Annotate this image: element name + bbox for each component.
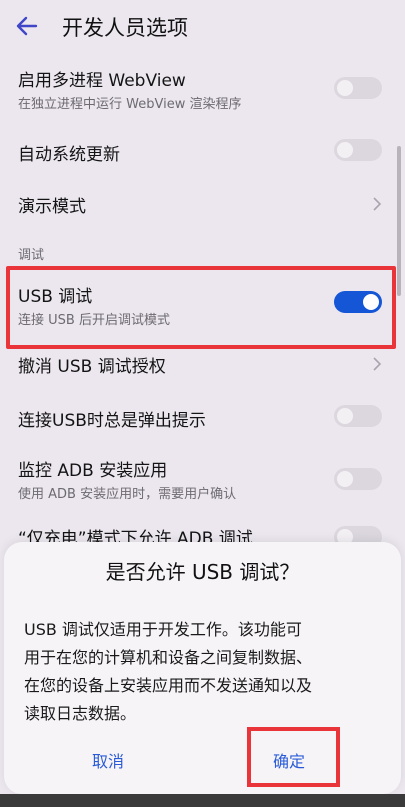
toggle-knob [337, 471, 353, 487]
page-title: 开发人员选项 [62, 16, 188, 40]
adb-monitor-toggle[interactable] [334, 468, 382, 490]
setting-subtitle: 在独立进程中运行 WebView 渲染程序 [18, 97, 242, 112]
section-header-debug: 调试 [18, 248, 45, 263]
dialog-message-line: 用于在您的计算机和设备之间复制数据、 [24, 648, 313, 667]
allow-usb-debugging-dialog: 是否允许 USB 调试？ USB 调试仅适用于开发工作。该功能可 用于在您的计算… [4, 542, 401, 794]
dialog-title: 是否允许 USB 调试？ [105, 560, 300, 584]
setting-title: 撤消 USB 调试授权 [18, 357, 166, 377]
app-header: 开发人员选项 [0, 0, 405, 54]
setting-subtitle: 使用 ADB 安装应用时，需要用户确认 [18, 487, 237, 502]
chevron-right-icon [373, 197, 382, 211]
auto-update-toggle[interactable] [334, 139, 382, 161]
toggle-knob [337, 142, 353, 158]
multiprocess-toggle[interactable] [334, 77, 382, 99]
setting-revoke-usb-authorization[interactable]: 撤消 USB 调试授权 [0, 338, 405, 390]
toggle-knob [337, 80, 353, 96]
setting-multiprocess-webview[interactable]: 启用多进程 WebView 在独立进程中运行 WebView 渲染程序 [0, 60, 405, 120]
usb-debugging-highlight-box [6, 266, 396, 349]
cancel-button[interactable]: 取消 [92, 748, 124, 772]
dialog-message-line: 在您的设备上安装应用而不发送通知以及 [24, 676, 313, 695]
toggle-knob [337, 408, 353, 424]
confirm-highlight-box [247, 727, 340, 787]
back-arrow-icon[interactable] [14, 13, 40, 39]
setting-usb-connect-prompt[interactable]: 连接USB时总是弹出提示 [0, 392, 405, 444]
dialog-message-line: 读取日志数据。 [24, 704, 137, 723]
setting-monitor-adb-install[interactable]: 监控 ADB 安装应用 使用 ADB 安装应用时，需要用户确认 [0, 448, 405, 510]
dialog-message-line: USB 调试仅适用于开发工作。该功能可 [24, 620, 302, 639]
bottom-caption-strip [0, 794, 405, 807]
setting-title: 连接USB时总是弹出提示 [18, 411, 206, 431]
setting-title: 启用多进程 WebView [18, 71, 186, 91]
usb-prompt-toggle[interactable] [334, 405, 382, 427]
setting-title: 自动系统更新 [18, 145, 120, 165]
dialog-message: USB 调试仅适用于开发工作。该功能可 用于在您的计算机和设备之间复制数据、 在… [24, 616, 384, 728]
setting-demo-mode[interactable]: 演示模式 [0, 178, 405, 230]
setting-title: 监控 ADB 安装应用 [18, 461, 168, 481]
chevron-right-icon [373, 357, 382, 371]
setting-auto-system-update[interactable]: 自动系统更新 [0, 124, 405, 176]
setting-title: 演示模式 [18, 197, 86, 217]
scrollbar[interactable] [397, 146, 401, 296]
